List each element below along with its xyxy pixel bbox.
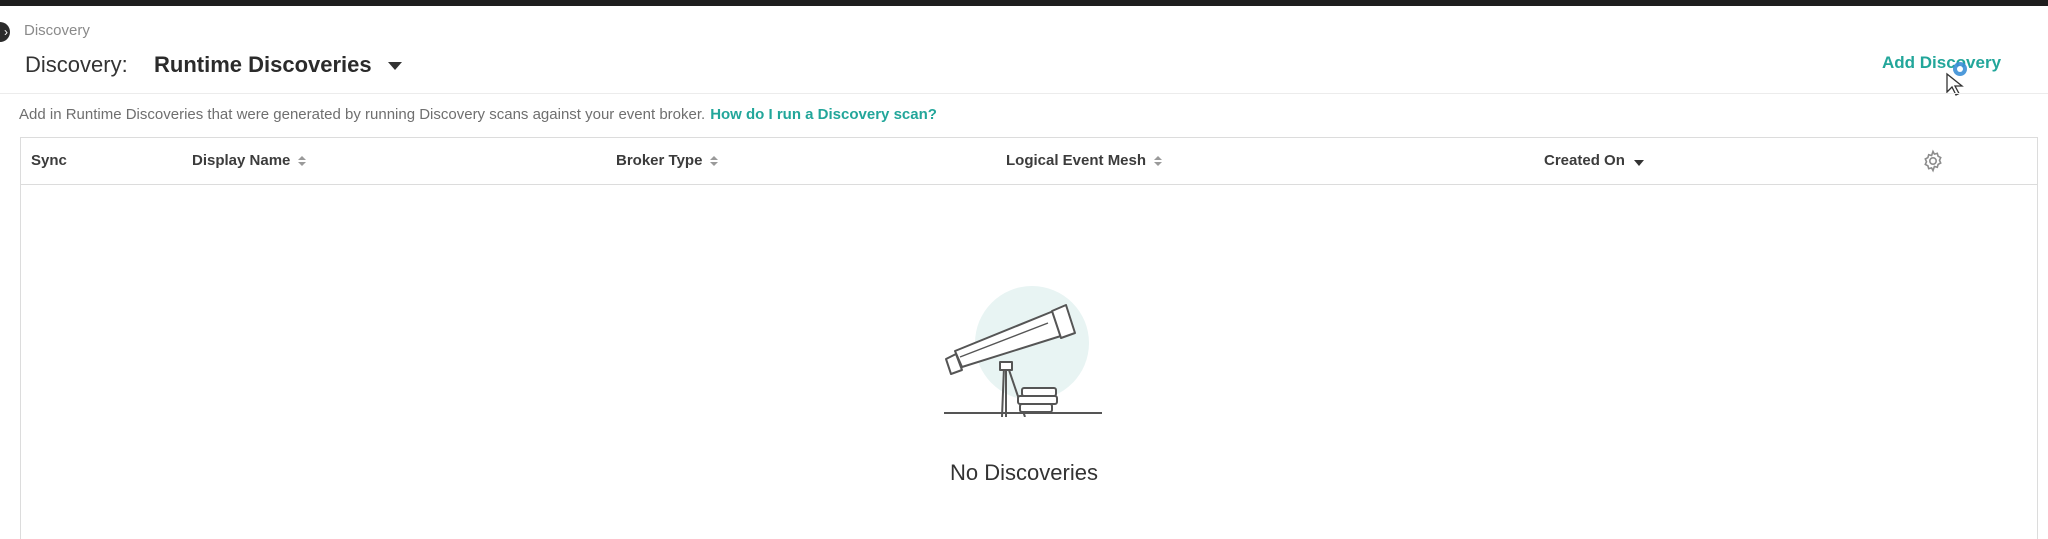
column-sync: Sync: [31, 152, 67, 169]
sort-desc-icon: [1633, 159, 1644, 166]
sort-icon: [710, 155, 719, 166]
mouse-cursor-icon: [1946, 62, 1967, 96]
top-bar: [0, 0, 2048, 6]
sort-icon: [1154, 155, 1163, 166]
table-header: Sync Display Name Broker Type Logical Ev…: [21, 138, 2037, 185]
view-selector[interactable]: Runtime Discoveries: [154, 52, 402, 78]
column-sync-label: Sync: [31, 152, 67, 169]
column-display-name[interactable]: Display Name: [192, 152, 307, 169]
back-icon[interactable]: ›: [0, 22, 10, 42]
gear-icon[interactable]: [1921, 149, 1945, 173]
column-broker-type[interactable]: Broker Type: [616, 152, 719, 169]
add-discovery-button[interactable]: Add Discovery: [1882, 53, 2001, 73]
sort-icon: [298, 155, 307, 166]
column-created-on-label: Created On: [1544, 152, 1625, 169]
column-display-name-label: Display Name: [192, 152, 291, 169]
info-description: Add in Runtime Discoveries that were gen…: [19, 106, 706, 123]
breadcrumb[interactable]: Discovery: [24, 22, 90, 39]
column-logical-event-mesh-label: Logical Event Mesh: [1006, 152, 1147, 169]
info-text: Add in Runtime Discoveries that were gen…: [19, 106, 937, 123]
telescope-icon: [944, 286, 1102, 417]
empty-state-message: No Discoveries: [950, 460, 1098, 485]
column-logical-event-mesh[interactable]: Logical Event Mesh: [1006, 152, 1163, 169]
view-selector-label: Runtime Discoveries: [154, 52, 372, 77]
column-broker-type-label: Broker Type: [616, 152, 703, 169]
column-created-on[interactable]: Created On: [1544, 152, 1644, 169]
header-divider: [0, 93, 2048, 94]
help-link[interactable]: How do I run a Discovery scan?: [710, 106, 937, 123]
page-title: Discovery:: [25, 52, 128, 77]
chevron-down-icon: [387, 62, 402, 70]
